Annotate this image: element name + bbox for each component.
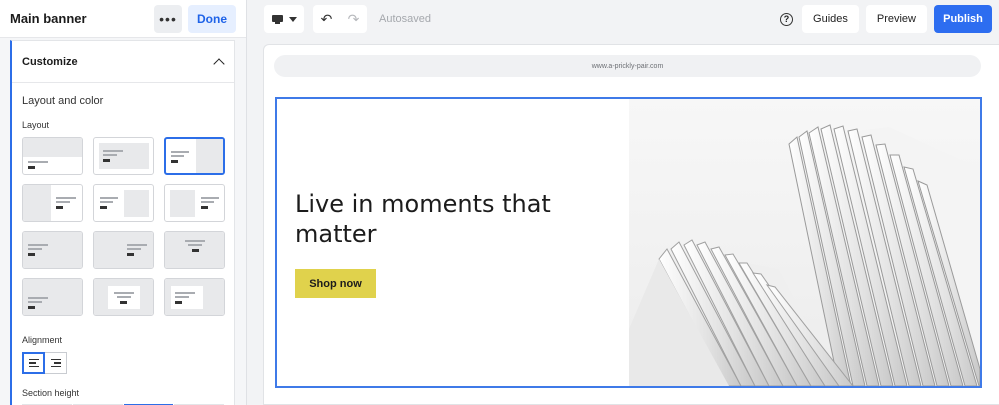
customize-label: Customize xyxy=(22,55,78,68)
layout-option-11[interactable] xyxy=(93,278,154,316)
align-left-icon xyxy=(29,358,39,361)
banner-content: Live in moments that matter Shop now xyxy=(277,99,629,386)
layout-option-3[interactable] xyxy=(164,137,225,175)
layout-options xyxy=(22,137,225,316)
guides-button[interactable]: Guides xyxy=(802,5,859,33)
align-left-button[interactable] xyxy=(22,352,45,374)
layout-option-12[interactable] xyxy=(164,278,225,316)
alignment-control xyxy=(22,352,67,374)
undo-redo-group: ↶ ↷ xyxy=(313,5,367,33)
editor-toolbar: ↶ ↷ Autosaved ? Guides Preview Publish xyxy=(248,0,999,38)
layout-option-4[interactable] xyxy=(22,184,83,222)
settings-panel: Main banner ••• Done Customize Layout an… xyxy=(0,0,247,405)
device-preview-dropdown[interactable] xyxy=(264,5,304,33)
shop-now-button[interactable]: Shop now xyxy=(295,269,376,298)
more-horizontal-icon: ••• xyxy=(159,10,177,27)
alignment-label: Alignment xyxy=(22,335,63,345)
layout-label: Layout xyxy=(22,120,50,130)
page-canvas: www.a-prickly-pair.com Live in moments t… xyxy=(263,44,999,405)
panel-body: Customize Layout and color Layout Alignm… xyxy=(0,38,246,405)
layout-option-7[interactable] xyxy=(22,231,83,269)
align-right-icon xyxy=(51,358,61,361)
layout-option-1[interactable] xyxy=(22,137,83,175)
redo-icon: ↷ xyxy=(347,10,360,27)
customize-section: Customize Layout and color Layout Alignm… xyxy=(10,40,235,405)
layout-and-color-label: Layout and color xyxy=(22,95,104,107)
caret-down-icon xyxy=(288,16,297,22)
autosave-status: Autosaved xyxy=(379,13,431,25)
layout-option-2[interactable] xyxy=(93,137,154,175)
banner-headline[interactable]: Live in moments that matter xyxy=(295,189,585,249)
layout-option-10[interactable] xyxy=(22,278,83,316)
customize-header[interactable]: Customize xyxy=(12,41,234,83)
help-circle-icon[interactable]: ? xyxy=(780,12,794,26)
layout-option-9[interactable] xyxy=(164,231,225,269)
panel-header: Main banner ••• Done xyxy=(0,0,246,38)
architecture-image xyxy=(629,99,980,386)
more-options-button[interactable]: ••• xyxy=(154,4,182,33)
desktop-monitor-icon xyxy=(271,14,283,24)
site-url-bar: www.a-prickly-pair.com xyxy=(274,55,981,77)
banner-image[interactable] xyxy=(629,99,980,386)
done-button[interactable]: Done xyxy=(188,4,236,33)
chevron-up-icon[interactable] xyxy=(214,57,224,67)
panel-title: Main banner xyxy=(10,11,87,26)
layout-option-8[interactable] xyxy=(93,231,154,269)
undo-button[interactable]: ↶ xyxy=(313,5,340,33)
preview-button[interactable]: Preview xyxy=(865,5,927,33)
layout-option-5[interactable] xyxy=(93,184,154,222)
align-right-button[interactable] xyxy=(44,352,67,374)
undo-icon: ↶ xyxy=(320,10,333,27)
redo-button[interactable]: ↷ xyxy=(340,5,367,33)
layout-option-6[interactable] xyxy=(164,184,225,222)
main-banner-section[interactable]: Live in moments that matter Shop now xyxy=(275,97,982,388)
publish-button[interactable]: Publish xyxy=(934,5,992,33)
section-height-label: Section height xyxy=(22,388,80,398)
